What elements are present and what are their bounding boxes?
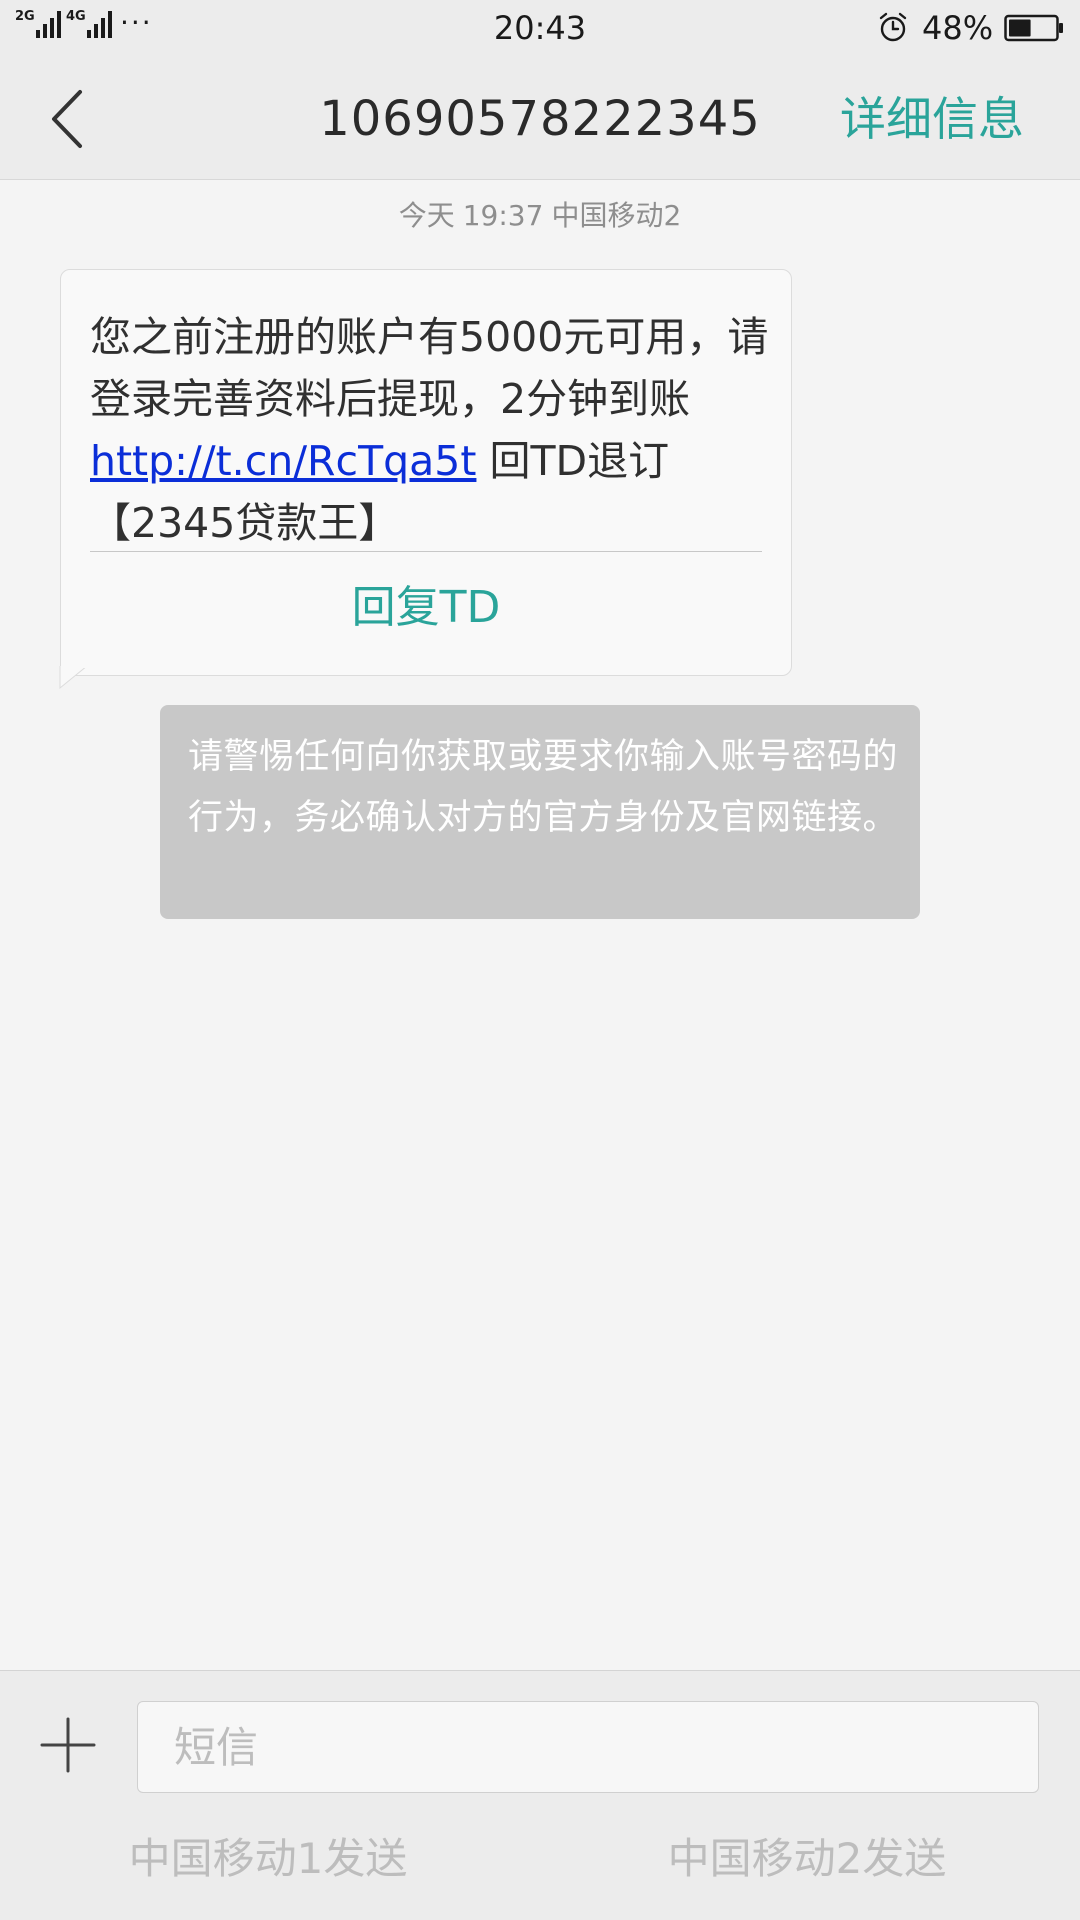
alarm-clock-icon bbox=[879, 12, 907, 42]
timestamp-time: 19:37 bbox=[462, 199, 544, 232]
details-button[interactable]: 详细信息 bbox=[840, 88, 1024, 150]
bubble-tail bbox=[59, 666, 88, 690]
send-sim1-button[interactable]: 中国移动1发送 bbox=[58, 1831, 478, 1887]
sms-input[interactable] bbox=[137, 1701, 1039, 1793]
battery-percent: 48% bbox=[922, 9, 994, 47]
security-warning-box: 请警惕任何向你获取或要求你输入账号密码的行为，务必确认对方的官方身份及官网链接。 bbox=[160, 705, 920, 919]
status-bar: 2G 4G ··· 20:43 48% bbox=[0, 0, 1080, 58]
incoming-message-bubble[interactable]: 您之前注册的账户有5000元可用，请登录完善资料后提现，2分钟到账 http:/… bbox=[60, 269, 792, 676]
timestamp-sim: 中国移动2 bbox=[551, 199, 682, 232]
battery-icon bbox=[1004, 14, 1063, 42]
timestamp-day: 今天 bbox=[398, 199, 455, 232]
message-body: 您之前注册的账户有5000元可用，请登录完善资料后提现，2分钟到账 http:/… bbox=[90, 306, 770, 554]
message-composer: 中国移动1发送 中国移动2发送 bbox=[0, 1670, 1080, 1920]
add-attachment-button[interactable] bbox=[38, 1715, 98, 1775]
message-text-before-link: 您之前注册的账户有5000元可用，请登录完善资料后提现，2分钟到账 bbox=[90, 313, 769, 423]
message-divider bbox=[90, 551, 762, 552]
battery-level-fill bbox=[1009, 19, 1031, 37]
security-warning-text: 请警惕任何向你获取或要求你输入账号密码的行为，务必确认对方的官方身份及官网链接。 bbox=[188, 737, 899, 838]
status-time: 20:43 bbox=[493, 9, 587, 47]
plus-icon bbox=[40, 1717, 96, 1773]
message-link[interactable]: http://t.cn/RcTqa5t bbox=[90, 437, 476, 485]
message-timestamp: 今天 19:37 中国移动2 bbox=[0, 198, 1080, 234]
reply-td-button[interactable]: 回复TD bbox=[61, 580, 791, 636]
conversation-header: 10690578222345 详细信息 bbox=[0, 58, 1080, 180]
send-sim2-button[interactable]: 中国移动2发送 bbox=[597, 1831, 1017, 1887]
